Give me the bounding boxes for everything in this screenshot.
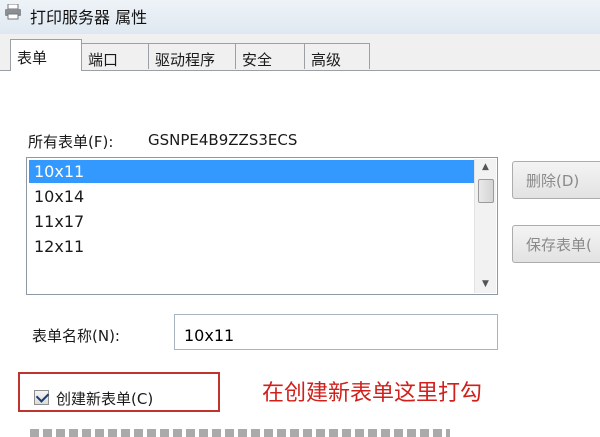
list-item[interactable]: 12x11 bbox=[29, 235, 475, 258]
list-item[interactable]: 10x11 bbox=[29, 160, 475, 183]
title-bar: 打印服务器 属性 bbox=[0, 0, 600, 35]
create-new-form-label[interactable]: 创建新表单(C) bbox=[56, 388, 153, 409]
forms-listbox[interactable]: 10x11 10x14 11x17 12x11 ▲ ▼ bbox=[26, 157, 498, 295]
scroll-thumb[interactable] bbox=[478, 179, 494, 203]
forms-panel: 所有表单(F): GSNPE4B9ZZS3ECS 10x11 10x14 11x… bbox=[0, 70, 600, 437]
cutoff-text bbox=[30, 429, 450, 437]
create-new-form-checkbox[interactable] bbox=[34, 389, 50, 405]
tab-advanced[interactable]: 高级 bbox=[304, 43, 370, 69]
properties-dialog: 表单 端口 驱动程序 安全 高级 所有表单(F): GSNPE4B9ZZS3EC… bbox=[0, 34, 600, 437]
scroll-up-icon[interactable]: ▲ bbox=[475, 159, 496, 176]
form-name-input[interactable] bbox=[174, 314, 498, 350]
server-name: GSNPE4B9ZZS3ECS bbox=[148, 131, 298, 149]
all-forms-label: 所有表单(F): bbox=[28, 133, 114, 151]
tab-security[interactable]: 安全 bbox=[235, 43, 305, 69]
save-form-button[interactable]: 保存表单( bbox=[512, 225, 600, 263]
list-scrollbar[interactable]: ▲ ▼ bbox=[474, 159, 496, 293]
list-item[interactable]: 11x17 bbox=[29, 210, 475, 233]
checkmark-icon bbox=[35, 389, 50, 403]
window-title: 打印服务器 属性 bbox=[30, 8, 148, 27]
tab-forms[interactable]: 表单 bbox=[10, 39, 82, 71]
tab-ports[interactable]: 端口 bbox=[81, 43, 149, 69]
annotation-text: 在创建新表单这里打勾 bbox=[262, 381, 483, 406]
list-item[interactable]: 10x14 bbox=[29, 185, 475, 208]
delete-button[interactable]: 删除(D) bbox=[512, 161, 600, 199]
printer-icon bbox=[4, 3, 22, 20]
tab-drivers[interactable]: 驱动程序 bbox=[148, 43, 236, 69]
scroll-down-icon[interactable]: ▼ bbox=[475, 276, 496, 293]
form-name-label: 表单名称(N): bbox=[32, 327, 120, 345]
